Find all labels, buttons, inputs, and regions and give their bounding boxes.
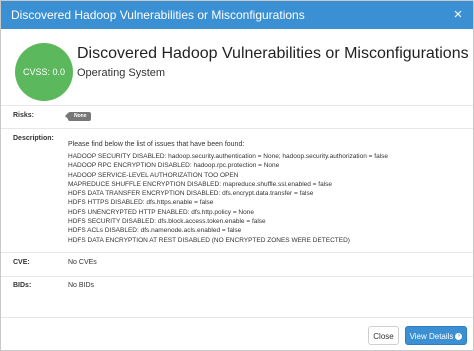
cve-value: No CVEs [68, 259, 97, 266]
bids-value: No BIDs [68, 282, 95, 289]
issue-item: HADOOP SERVICE-LEVEL AUTHORIZATION TOO O… [68, 171, 239, 179]
footer-divider [1, 317, 473, 318]
issues-list: HADOOP SECURITY DISABLED: hadoop.securit… [68, 152, 388, 245]
issue-item: MAPREDUCE SHUFFLE ENCRYPTION DISABLED: m… [68, 180, 333, 188]
close-icon[interactable]: × [451, 1, 465, 29]
issue-item: HADOOP SECURITY DISABLED: hadoop.securit… [68, 153, 388, 160]
vulnerability-dialog: Discovered Hadoop Vulnerabilities or Mis… [0, 0, 474, 351]
arrow-right-circle-icon: › [455, 333, 463, 341]
divider [1, 252, 473, 253]
close-button[interactable]: Close [368, 326, 399, 345]
description-label: Description: [13, 135, 54, 142]
issue-item: HDFS ACLs DISABLED: dfs.namenode.acls.en… [68, 227, 242, 235]
risks-label: Risks: [13, 112, 35, 119]
cvss-score-badge: CVSS: 0.0 [15, 43, 73, 101]
risk-level-badge: None [65, 112, 91, 121]
issue-item: HDFS HTTPS DISABLED: dfs.https.enable = … [68, 199, 214, 207]
cve-label: CVE: [13, 259, 30, 266]
vulnerability-summary: CVSS: 0.0 Discovered Hadoop Vulnerabilit… [1, 29, 473, 105]
dialog-title: Discovered Hadoop Vulnerabilities or Mis… [11, 8, 305, 22]
dialog-titlebar: Discovered Hadoop Vulnerabilities or Mis… [1, 1, 473, 29]
issue-item: HDFS UNENCRYPTED HTTP ENABLED: dfs.http.… [68, 208, 254, 216]
issue-item: HDFS SECURITY DISABLED: dfs.block.access… [68, 218, 266, 226]
vulnerability-heading: Discovered Hadoop Vulnerabilities or Mis… [77, 45, 469, 62]
divider [1, 128, 473, 129]
vulnerability-category: Operating System [77, 67, 166, 79]
issue-item: HDFS DATA TRANSFER ENCRYPTION DISABLED: … [68, 190, 314, 198]
bids-label: BIDs: [13, 282, 32, 289]
close-button-label: Close [373, 332, 394, 341]
divider [1, 105, 473, 106]
issue-item: HDFS DATA ENCRYPTION AT REST DISABLED (N… [68, 236, 350, 244]
divider [1, 276, 473, 277]
issue-item: HADOOP RPC ENCRYPTION DISABLED: hadoop.r… [68, 162, 280, 170]
description-intro: Please find below the list of issues tha… [68, 141, 245, 148]
view-details-button[interactable]: View Details › [405, 326, 467, 345]
view-details-label: View Details [409, 332, 454, 341]
